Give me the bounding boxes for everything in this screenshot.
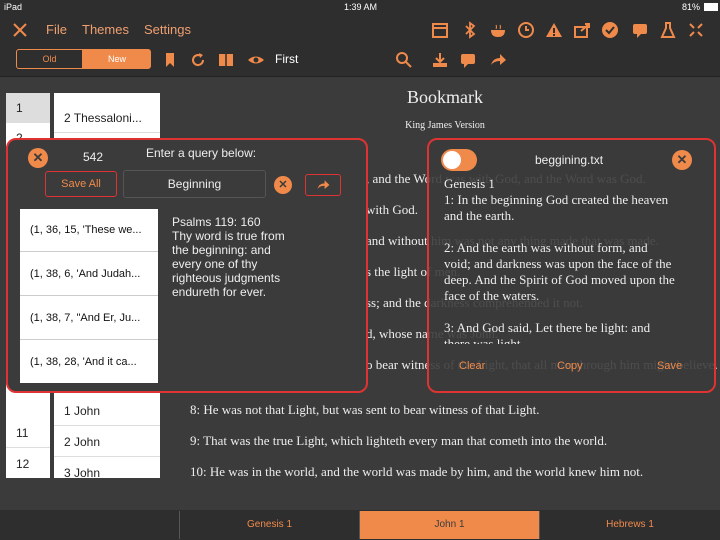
version-label: King James Version bbox=[405, 120, 485, 131]
go-button[interactable] bbox=[305, 174, 341, 196]
file-heading: Genesis 1 bbox=[444, 176, 495, 191]
clock-icon[interactable] bbox=[516, 20, 536, 40]
preview-line: righteous judgments bbox=[172, 271, 281, 285]
verse-preview: Psalms 119: 160 Thy word is true from th… bbox=[172, 215, 285, 299]
book-item[interactable]: 1 John bbox=[54, 396, 160, 426]
testament-new-toggle[interactable]: New bbox=[83, 49, 151, 69]
flask-icon[interactable] bbox=[658, 20, 678, 40]
chapter-item[interactable]: 11 bbox=[6, 418, 50, 448]
file-line: face of the waters. bbox=[444, 288, 540, 303]
verse-line: with God. bbox=[366, 202, 418, 217]
book-icon[interactable] bbox=[216, 50, 236, 70]
toggle-knob bbox=[443, 151, 461, 169]
results-list: (1, 36, 15, 'These we... (1, 38, 6, 'And… bbox=[20, 209, 158, 383]
device-label: iPad bbox=[4, 2, 23, 12]
bookmark-icon[interactable] bbox=[160, 50, 180, 70]
file-line bbox=[444, 224, 709, 240]
menu-settings[interactable]: Settings bbox=[144, 22, 191, 37]
chapter-tab-bar: Genesis 1 John 1 Hebrews 1 bbox=[0, 510, 720, 540]
file-line: and the earth. bbox=[444, 208, 515, 223]
calendar-icon[interactable] bbox=[430, 20, 450, 40]
copy-button[interactable]: Copy bbox=[557, 360, 583, 372]
list-item[interactable]: (1, 38, 6, 'And Judah... bbox=[20, 253, 158, 296]
testament-old-toggle[interactable]: Old bbox=[16, 49, 83, 69]
menu-themes[interactable]: Themes bbox=[82, 22, 129, 37]
file-line: there was light. bbox=[444, 336, 524, 344]
file-name: beggining.txt bbox=[535, 153, 604, 167]
forward-arrow-icon bbox=[317, 180, 330, 189]
status-bar: iPad 1:39 AM 81% bbox=[0, 0, 720, 14]
pot-icon[interactable] bbox=[488, 20, 508, 40]
search-prompt: Enter a query below: bbox=[146, 146, 257, 160]
chapter-item[interactable]: 1 bbox=[6, 93, 50, 123]
page-title: Bookmark bbox=[407, 87, 483, 107]
toggle-switch[interactable] bbox=[441, 149, 477, 171]
chapter-item[interactable]: 12 bbox=[6, 449, 50, 478]
refresh-icon[interactable] bbox=[188, 50, 208, 70]
verse-line: 10: He was in the world, and the world w… bbox=[190, 464, 644, 479]
save-all-button[interactable]: Save All bbox=[45, 171, 117, 197]
result-count: 542 bbox=[83, 150, 104, 164]
checkmark-icon[interactable] bbox=[600, 20, 620, 40]
close-search-button[interactable]: ✕ bbox=[28, 148, 48, 168]
close-icon[interactable] bbox=[10, 20, 30, 40]
file-line: void; and darkness was upon the face of … bbox=[444, 256, 672, 271]
warning-icon[interactable] bbox=[544, 20, 564, 40]
tab-placeholder bbox=[0, 511, 180, 539]
clear-button[interactable]: Clear bbox=[459, 360, 485, 372]
eye-icon[interactable] bbox=[246, 50, 266, 70]
bluetooth-icon[interactable] bbox=[460, 20, 480, 40]
top-menu-bar: File Themes Settings bbox=[0, 14, 720, 46]
file-line: 2: And the earth was without form, and bbox=[444, 240, 648, 255]
collapse-icon[interactable] bbox=[686, 20, 706, 40]
search-icon[interactable] bbox=[394, 50, 414, 70]
secondary-toolbar: Old New First bbox=[0, 46, 720, 77]
preview-line: every one of thy bbox=[172, 257, 258, 271]
file-line: deep. And the Spirit of God moved upon t… bbox=[444, 272, 675, 287]
comment-icon[interactable] bbox=[458, 50, 478, 70]
file-text-area[interactable]: Genesis 1 1: In the beginning God create… bbox=[444, 176, 709, 344]
file-line: 1: In the beginning God created the heav… bbox=[444, 192, 669, 207]
search-input[interactable]: Beginning bbox=[123, 170, 266, 198]
battery-icon bbox=[704, 3, 718, 11]
preview-line: the beginning: and bbox=[172, 243, 271, 257]
preview-reference: Psalms 119: 160 bbox=[172, 215, 261, 229]
view-mode-label[interactable]: First bbox=[275, 52, 298, 66]
message-icon[interactable] bbox=[630, 20, 650, 40]
clear-query-button[interactable]: ✕ bbox=[274, 176, 292, 194]
download-icon[interactable] bbox=[430, 50, 450, 70]
book-item[interactable]: 3 John bbox=[54, 458, 160, 478]
file-panel: beggining.txt ✕ Genesis 1 1: In the begi… bbox=[427, 138, 716, 393]
save-button[interactable]: Save bbox=[657, 360, 682, 372]
file-line: 3: And God said, Let there be light: and bbox=[444, 320, 651, 335]
menu-file[interactable]: File bbox=[46, 22, 67, 37]
battery-percent: 81% bbox=[682, 2, 701, 12]
close-file-button[interactable]: ✕ bbox=[672, 150, 692, 170]
verse-line: 9: That was the true Light, which lighte… bbox=[190, 433, 608, 448]
tab-john-1[interactable]: John 1 bbox=[360, 511, 540, 539]
tab-hebrews-1[interactable]: Hebrews 1 bbox=[540, 511, 720, 539]
list-item[interactable]: (1, 36, 15, 'These we... bbox=[20, 209, 158, 252]
search-panel: ✕ 542 Enter a query below: Save All Begi… bbox=[6, 138, 368, 393]
share-icon[interactable] bbox=[572, 20, 592, 40]
clock: 1:39 AM bbox=[344, 2, 378, 12]
forward-arrow-icon[interactable] bbox=[488, 50, 508, 70]
book-item[interactable]: 2 John bbox=[54, 427, 160, 457]
preview-line: Thy word is true from bbox=[172, 229, 285, 243]
list-item[interactable]: (1, 38, 7, "And Er, Ju... bbox=[20, 297, 158, 340]
book-item[interactable]: 2 Thessaloni... bbox=[54, 103, 160, 133]
file-line bbox=[444, 304, 709, 320]
verse-line: 8: He was not that Light, but was sent t… bbox=[190, 402, 540, 417]
list-item[interactable]: (1, 38, 28, 'And it ca... bbox=[20, 341, 158, 383]
preview-line: endureth for ever. bbox=[172, 285, 267, 299]
tab-genesis-1[interactable]: Genesis 1 bbox=[180, 511, 360, 539]
